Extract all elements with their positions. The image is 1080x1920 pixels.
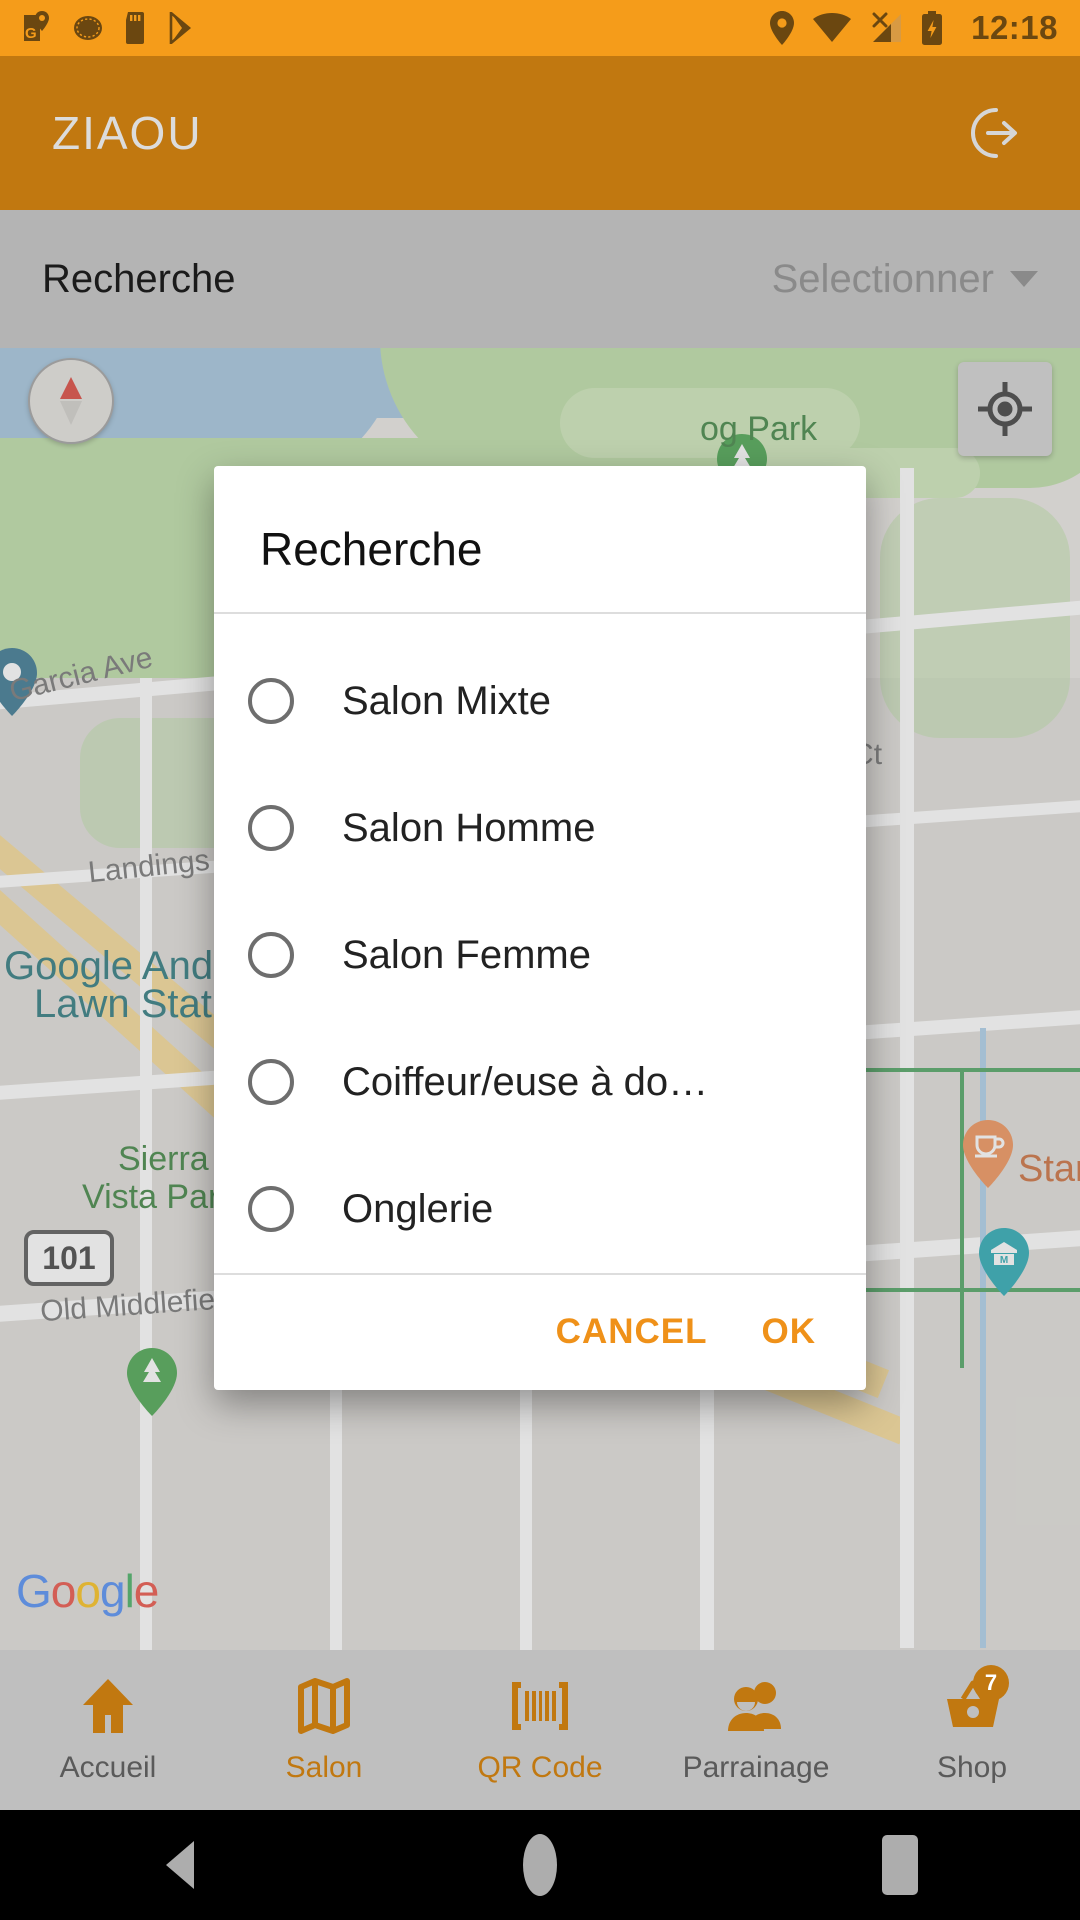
- recents-square-icon: [882, 1835, 918, 1895]
- dialog-option-label: Onglerie: [342, 1186, 494, 1231]
- home-circle-icon: [523, 1834, 557, 1896]
- system-home-button[interactable]: [360, 1834, 720, 1896]
- system-back-button[interactable]: [0, 1841, 360, 1889]
- people-icon: [725, 1675, 787, 1737]
- dialog-title: Recherche: [260, 523, 483, 575]
- nav-item-label: Parrainage: [682, 1751, 830, 1784]
- back-triangle-icon: [166, 1841, 194, 1889]
- radio-button-1[interactable]: [248, 678, 294, 725]
- dialog-option-label: Salon Homme: [342, 805, 596, 850]
- bottom-navigation-bar: Accueil Salon QR Code Parrainage 7 Shop: [0, 1650, 1080, 1810]
- nav-item-shop[interactable]: 7 Shop: [864, 1650, 1080, 1810]
- dialog-option-row[interactable]: Salon Homme: [214, 765, 866, 892]
- dialog-option-label: Salon Mixte: [342, 678, 551, 723]
- cancel-button[interactable]: CANCEL: [548, 1302, 716, 1362]
- nav-item-label: Accueil: [59, 1751, 157, 1784]
- nav-item-label: Salon: [285, 1751, 363, 1784]
- nav-item-qr-code[interactable]: QR Code: [432, 1650, 648, 1810]
- nav-badge-count: 7: [973, 1665, 1009, 1701]
- map-icon: [293, 1675, 355, 1737]
- dialog-options-list: Salon Mixte Salon Homme Salon Femme Coiffeu…: [214, 614, 866, 1273]
- nav-item-parrainage[interactable]: Parrainage: [648, 1650, 864, 1810]
- radio-button-5[interactable]: [248, 1186, 294, 1233]
- ok-button[interactable]: OK: [754, 1302, 825, 1362]
- system-recents-button[interactable]: [720, 1835, 1080, 1895]
- android-system-navigation-bar: [0, 1810, 1080, 1920]
- dialog-option-label: Salon Femme: [342, 932, 591, 977]
- radio-button-4[interactable]: [248, 1059, 294, 1106]
- nav-item-accueil[interactable]: Accueil: [0, 1650, 216, 1810]
- dialog-option-label: Coiffeur/euse à do…: [342, 1059, 709, 1104]
- radio-button-2[interactable]: [248, 805, 294, 852]
- radio-button-3[interactable]: [248, 932, 294, 979]
- basket-icon: 7: [941, 1665, 1009, 1737]
- recherche-dialog: Recherche Salon Mixte Salon Homme Salon Fe…: [214, 466, 866, 1390]
- barcode-icon: [509, 1675, 571, 1737]
- dialog-option-row[interactable]: Onglerie: [214, 1146, 866, 1273]
- nav-item-label: Shop: [936, 1751, 1008, 1784]
- dialog-option-row[interactable]: Salon Femme: [214, 892, 866, 1019]
- phone-screen: G 12:18 ZIAOU Recherche Selectionner M 1…: [0, 0, 1080, 1920]
- dialog-actions: CANCEL OK: [214, 1275, 866, 1390]
- nav-item-label: QR Code: [477, 1751, 603, 1784]
- dialog-option-row[interactable]: Coiffeur/euse à do…: [214, 1019, 866, 1146]
- nav-item-salon[interactable]: Salon: [216, 1650, 432, 1810]
- home-icon: [77, 1675, 139, 1737]
- dialog-option-row[interactable]: Salon Mixte: [214, 638, 866, 765]
